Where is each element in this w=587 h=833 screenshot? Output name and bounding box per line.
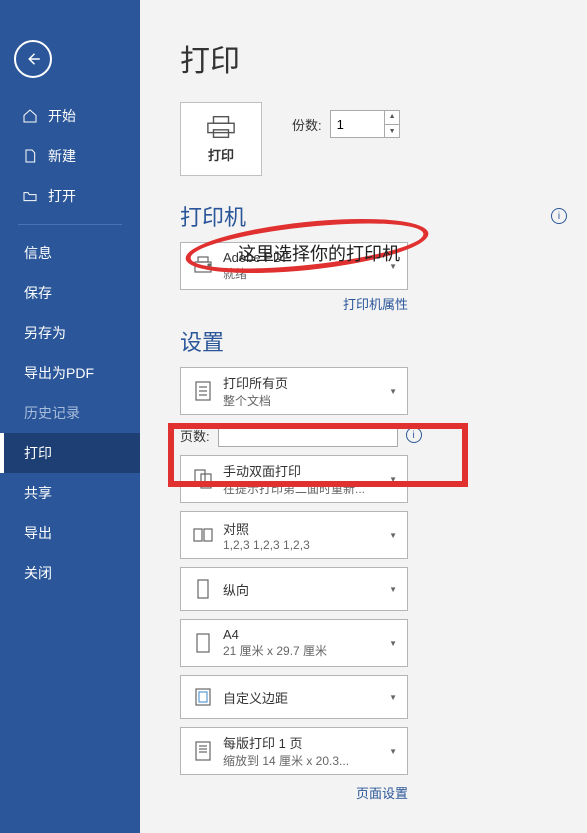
page-title: 打印: [180, 36, 587, 80]
copies-spinner[interactable]: ▲▼: [384, 110, 400, 138]
orientation-dropdown[interactable]: 纵向 ▼: [180, 567, 408, 611]
settings-section-title: 设置: [180, 325, 224, 357]
home-icon: [22, 108, 38, 124]
sidebar-item-close[interactable]: 关闭: [0, 553, 140, 593]
portrait-icon: [191, 577, 215, 601]
printer-section-title: 打印机: [180, 200, 246, 232]
duplex-icon: [191, 467, 215, 491]
print-button[interactable]: 打印: [180, 102, 262, 176]
margins-dropdown[interactable]: 自定义边距 ▼: [180, 675, 408, 719]
sidebar-item-export[interactable]: 导出: [0, 513, 140, 553]
sidebar-item-print[interactable]: 打印: [0, 433, 140, 473]
open-icon: [22, 188, 38, 204]
back-button[interactable]: [14, 40, 52, 78]
chevron-down-icon: ▼: [387, 262, 399, 271]
printer-device-icon: [191, 254, 215, 278]
papersize-icon: [191, 631, 215, 655]
sidebar-item-saveas[interactable]: 另存为: [0, 313, 140, 353]
new-icon: [22, 148, 38, 164]
sidebar-item-open[interactable]: 打开: [0, 176, 140, 216]
sidebar-label: 开始: [48, 106, 76, 126]
sidebar-item-save[interactable]: 保存: [0, 273, 140, 313]
printer-icon: [206, 115, 236, 139]
pages-input[interactable]: [218, 423, 398, 447]
page-setup-link[interactable]: 页面设置: [180, 783, 408, 802]
info-icon[interactable]: i: [551, 208, 567, 224]
print-range-dropdown[interactable]: 打印所有页整个文档 ▼: [180, 367, 408, 415]
sidebar-item-history[interactable]: 历史记录: [0, 393, 140, 433]
sidebar-item-share[interactable]: 共享: [0, 473, 140, 513]
printer-dropdown[interactable]: Adobe PDF 就绪 ▼: [180, 242, 408, 290]
info-icon[interactable]: i: [406, 427, 422, 443]
pages-label: 页数:: [180, 426, 210, 445]
collate-dropdown[interactable]: 对照1,2,3 1,2,3 1,2,3 ▼: [180, 511, 408, 559]
sidebar-item-new[interactable]: 新建: [0, 136, 140, 176]
sidebar-label: 打开: [48, 186, 76, 206]
duplex-dropdown[interactable]: 手动双面打印在提示打印第二面时重新... ▼: [180, 455, 408, 503]
sidebar-item-home[interactable]: 开始: [0, 96, 140, 136]
papersize-dropdown[interactable]: A421 厘米 x 29.7 厘米 ▼: [180, 619, 408, 667]
printer-properties-link[interactable]: 打印机属性: [180, 294, 408, 313]
pagespersheet-icon: [191, 739, 215, 763]
margins-icon: [191, 685, 215, 709]
sidebar-label: 新建: [48, 146, 76, 166]
collate-icon: [191, 523, 215, 547]
copies-label: 份数:: [292, 115, 322, 134]
pagespersheet-dropdown[interactable]: 每版打印 1 页缩放到 14 厘米 x 20.3... ▼: [180, 727, 408, 775]
sidebar-item-info[interactable]: 信息: [0, 233, 140, 273]
sidebar-item-exportpdf[interactable]: 导出为PDF: [0, 353, 140, 393]
page-all-icon: [191, 379, 215, 403]
